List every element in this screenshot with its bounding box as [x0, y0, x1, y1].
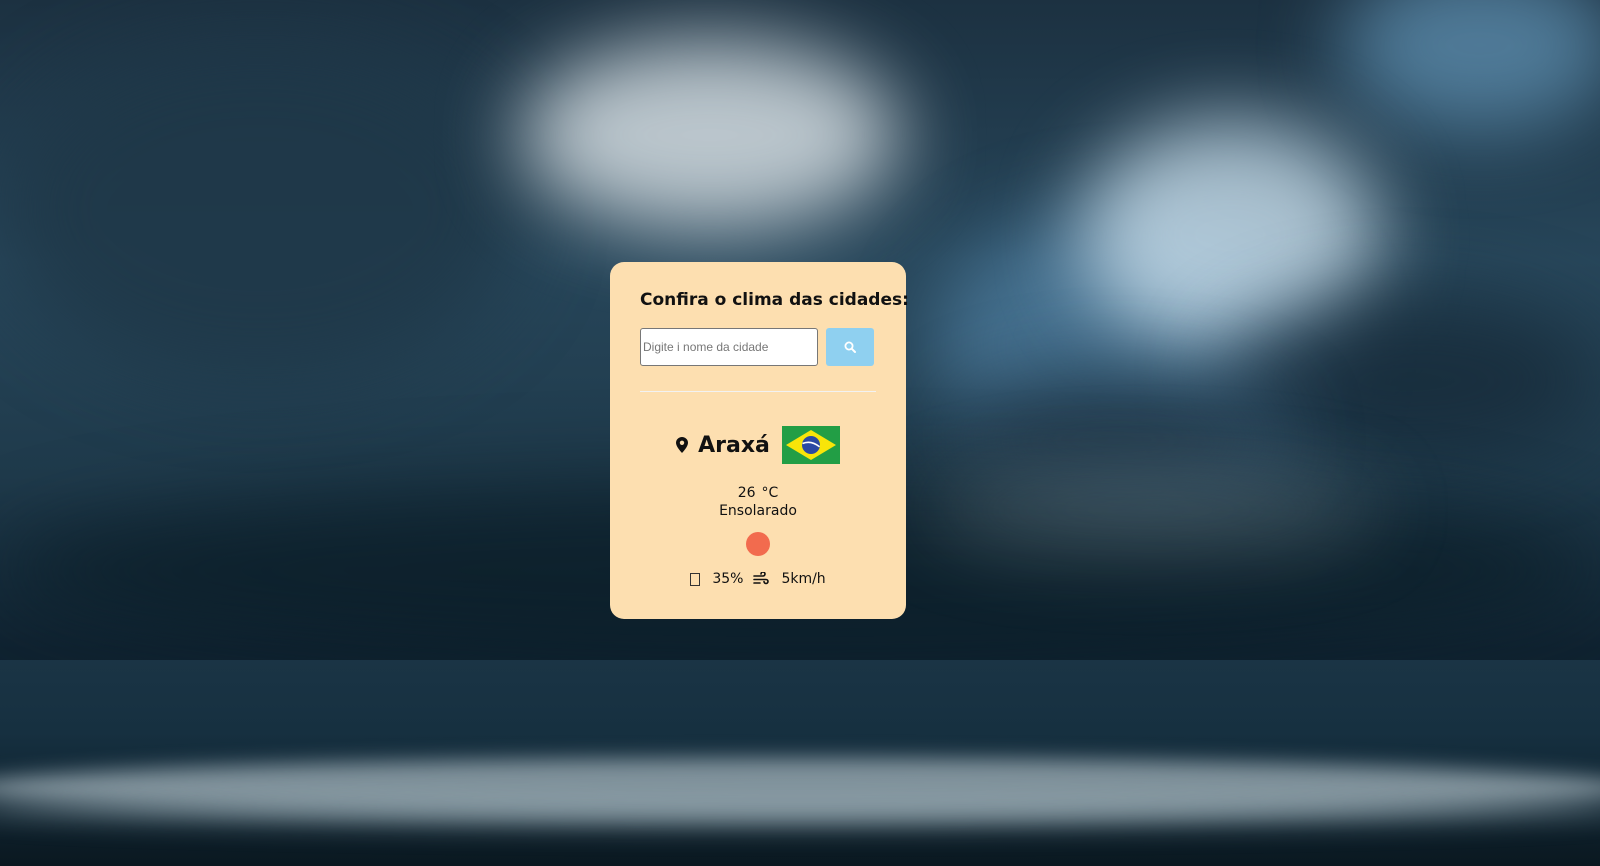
brazil-flag-icon: [781, 426, 840, 464]
humidity-icon: [690, 572, 701, 586]
location-row: Araxá: [640, 426, 876, 464]
weather-description: Ensolarado: [719, 503, 797, 519]
map-pin-icon: [676, 437, 689, 453]
search-button[interactable]: [826, 328, 874, 366]
wind-icon: [753, 572, 770, 586]
card-title: Confira o clima das cidades:: [640, 290, 909, 310]
temperature-value: 26: [737, 485, 756, 501]
divider: [640, 391, 876, 392]
sun-icon: [746, 532, 770, 556]
search-form: [640, 327, 876, 367]
temperature-unit: °C: [761, 485, 779, 501]
humidity-value: 35%: [712, 571, 744, 587]
city-name: Araxá: [698, 432, 770, 458]
weather-card: Confira o clima das cidades: Araxá 26 °C: [610, 262, 909, 619]
weather-details: 35% 5km/h: [640, 568, 876, 590]
temperature-row: 26 °C: [640, 484, 876, 502]
wind-speed-value: 5km/h: [781, 571, 826, 587]
city-search-input[interactable]: [640, 328, 818, 366]
search-icon: [844, 341, 856, 353]
